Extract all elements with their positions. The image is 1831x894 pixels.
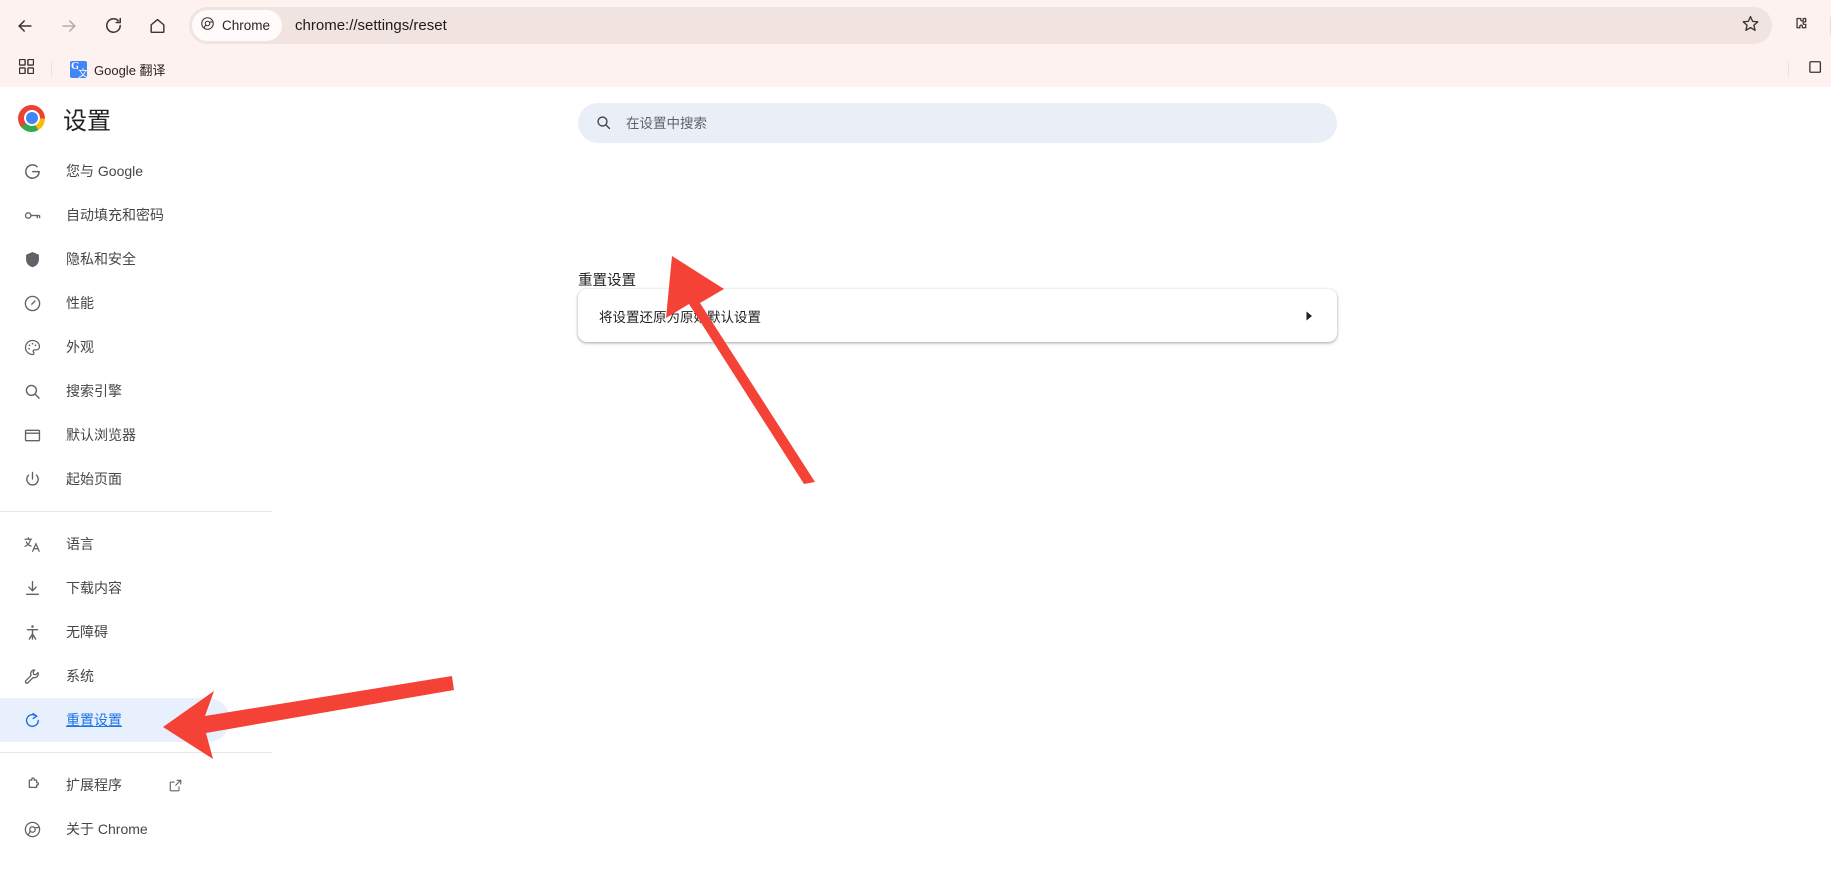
search-input[interactable] xyxy=(624,103,1337,143)
bookmarks-right-divider xyxy=(1788,61,1789,77)
apps-grid-icon xyxy=(18,58,34,79)
sidebar-item-label: 自动填充和密码 xyxy=(66,207,164,223)
sidebar-item-label: 关于 Chrome xyxy=(66,821,148,837)
sidebar-item-you-and-google[interactable]: 您与 Google xyxy=(0,149,230,193)
sidebar-item-extensions[interactable]: 扩展程序 xyxy=(0,763,230,807)
google-translate-icon xyxy=(70,60,87,78)
sidebar-item-label: 您与 Google xyxy=(66,163,144,179)
sidebar-item-about-chrome[interactable]: 关于 Chrome xyxy=(0,807,230,851)
chrome-outline-icon xyxy=(22,819,42,839)
sidebar-item-label: 隐私和安全 xyxy=(66,251,136,267)
sidebar-item-default-browser[interactable]: 默认浏览器 xyxy=(0,413,230,457)
search-icon xyxy=(22,381,42,401)
apps-grid-button[interactable] xyxy=(13,56,39,82)
chrome-logo-icon xyxy=(18,104,45,132)
sidebar-item-label: 下载内容 xyxy=(66,580,122,596)
palette-icon xyxy=(22,337,42,357)
sidebar-item-performance[interactable]: 性能 xyxy=(0,281,230,325)
key-icon xyxy=(22,205,42,225)
extensions-button[interactable] xyxy=(1786,11,1816,41)
sidebar-group-primary: 您与 Google 自动填充和密码 隐私和安全 性能 外观 搜索引擎 默认浏览器… xyxy=(0,149,272,501)
settings-header: 设置 xyxy=(0,87,272,149)
puzzle-piece-icon xyxy=(1792,14,1811,38)
bookmark-label: Google 翻译 xyxy=(94,62,166,78)
sidebar-item-label: 系统 xyxy=(66,668,94,684)
bookmark-star-button[interactable] xyxy=(1736,12,1764,40)
sidebar-item-languages[interactable]: 语言 xyxy=(0,522,230,566)
search-icon xyxy=(595,114,613,132)
accessibility-icon xyxy=(22,622,42,642)
sidebar-item-label: 重置设置 xyxy=(66,712,122,728)
sidebar-item-label: 默认浏览器 xyxy=(66,427,136,443)
browser-chrome: Chrome chrome://settings/reset xyxy=(0,0,1831,51)
sidebar-group-tertiary: 扩展程序 关于 Chrome xyxy=(0,763,272,851)
browser-toolbar: Chrome chrome://settings/reset xyxy=(0,0,1831,51)
sidebar-item-label: 性能 xyxy=(66,295,94,311)
bookmarks-overflow-button[interactable] xyxy=(1803,56,1829,82)
settings-main-content: 重置设置 将设置还原为原始默认设置 xyxy=(272,87,1831,894)
sidebar-group-secondary: 语言 下载内容 无障碍 系统 重置设置 xyxy=(0,522,272,742)
google-g-icon xyxy=(22,161,42,181)
omnibox-url-text[interactable]: chrome://settings/reset xyxy=(295,17,1772,34)
reload-icon xyxy=(104,16,123,35)
settings-page: 设置 您与 Google 自动填充和密码 隐私和安全 性能 外观 搜索引擎 默认… xyxy=(0,87,1831,894)
settings-sidebar: 设置 您与 Google 自动填充和密码 隐私和安全 性能 外观 搜索引擎 默认… xyxy=(0,87,272,894)
sidebar-item-on-startup[interactable]: 起始页面 xyxy=(0,457,230,501)
download-icon xyxy=(22,578,42,598)
sidebar-item-label: 扩展程序 xyxy=(66,777,122,793)
power-icon xyxy=(22,469,42,489)
sidebar-item-search-engine[interactable]: 搜索引擎 xyxy=(0,369,230,413)
omnibox-chip-label: Chrome xyxy=(222,18,271,33)
wrench-icon xyxy=(22,666,42,686)
settings-search-box[interactable] xyxy=(578,103,1337,143)
sidebar-item-system[interactable]: 系统 xyxy=(0,654,230,698)
open-in-new-icon xyxy=(168,778,183,793)
reload-button[interactable] xyxy=(96,9,130,43)
sidebar-item-label: 外观 xyxy=(66,339,94,355)
restore-defaults-row[interactable]: 将设置还原为原始默认设置 xyxy=(578,289,1337,342)
sidebar-item-appearance[interactable]: 外观 xyxy=(0,325,230,369)
sidebar-item-label: 无障碍 xyxy=(66,624,108,640)
home-button[interactable] xyxy=(140,9,174,43)
sidebar-divider xyxy=(0,511,272,512)
puzzle-piece-icon xyxy=(22,775,42,795)
address-bar[interactable]: Chrome chrome://settings/reset xyxy=(189,7,1772,44)
restore-defaults-label: 将设置还原为原始默认设置 xyxy=(599,309,761,325)
bookmarks-bar: Google 翻译 xyxy=(0,51,1831,87)
sidebar-divider xyxy=(0,752,272,753)
chevron-right-icon xyxy=(1302,309,1316,323)
bookmarks-divider xyxy=(51,61,52,77)
sidebar-item-privacy-security[interactable]: 隐私和安全 xyxy=(0,237,230,281)
shield-icon xyxy=(22,249,42,269)
home-icon xyxy=(148,16,167,35)
sidebar-item-downloads[interactable]: 下载内容 xyxy=(0,566,230,610)
browser-window-icon xyxy=(22,425,42,445)
arrow-right-icon xyxy=(59,16,79,36)
forward-button[interactable] xyxy=(52,9,86,43)
bookmarks-bar-right xyxy=(1788,56,1831,82)
omnibox-chrome-chip[interactable]: Chrome xyxy=(192,10,283,41)
chrome-icon xyxy=(200,16,215,36)
speedometer-icon xyxy=(22,293,42,313)
chevron-overflow-icon xyxy=(1809,60,1823,79)
arrow-left-icon xyxy=(15,16,35,36)
reset-circular-arrow-icon xyxy=(22,710,42,730)
bookmark-google-translate[interactable]: Google 翻译 xyxy=(64,57,172,82)
bookmark-star-icon xyxy=(1741,14,1760,38)
sidebar-item-label: 搜索引擎 xyxy=(66,383,122,399)
section-title: 重置设置 xyxy=(578,273,636,289)
translate-icon xyxy=(22,534,42,554)
page-title: 设置 xyxy=(63,107,111,135)
sidebar-item-label: 起始页面 xyxy=(66,471,122,487)
sidebar-item-accessibility[interactable]: 无障碍 xyxy=(0,610,230,654)
sidebar-item-autofill-passwords[interactable]: 自动填充和密码 xyxy=(0,193,230,237)
back-button[interactable] xyxy=(8,9,42,43)
sidebar-item-reset-settings[interactable]: 重置设置 xyxy=(0,698,230,742)
sidebar-item-label: 语言 xyxy=(66,536,94,552)
